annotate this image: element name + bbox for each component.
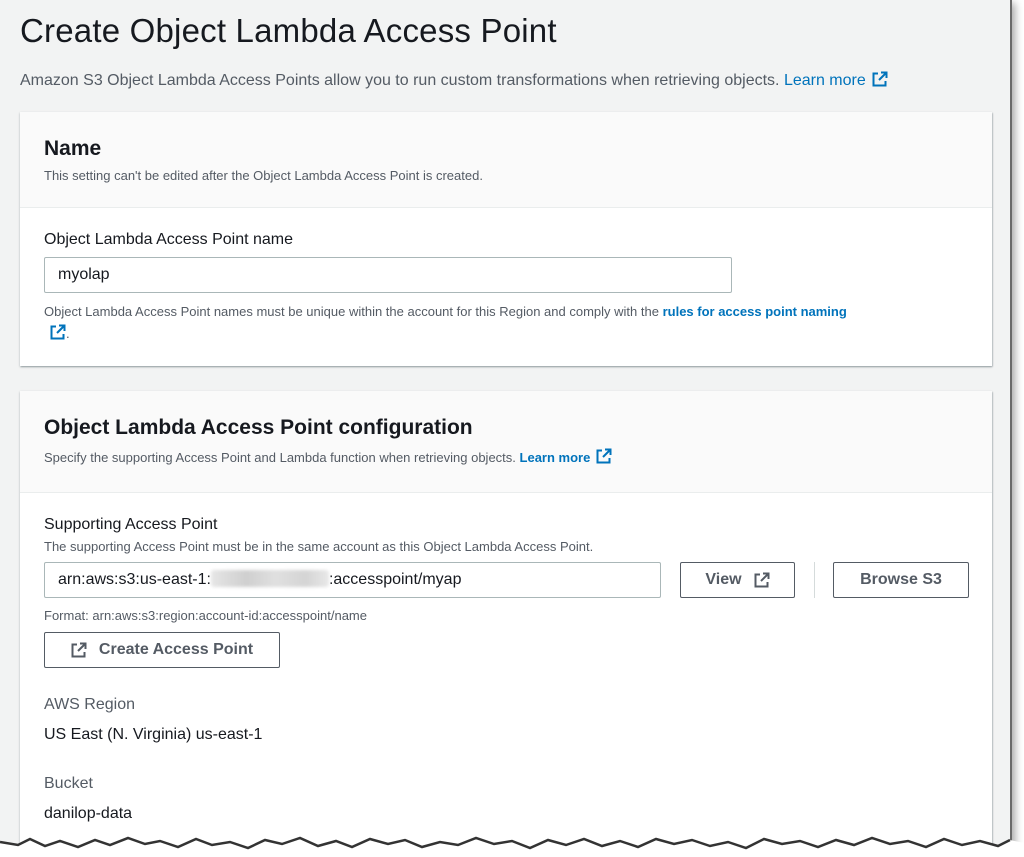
view-button[interactable]: View [680, 562, 795, 598]
external-link-icon [872, 71, 888, 87]
aws-region-value: US East (N. Virginia) us-east-1 [44, 726, 263, 743]
config-panel-title: Object Lambda Access Point configuration [44, 416, 473, 439]
naming-rules-link[interactable]: rules for access point naming [663, 304, 847, 319]
browse-s3-button[interactable]: Browse S3 [833, 562, 969, 598]
redacted-account-id [210, 570, 329, 587]
page-title: Create Object Lambda Access Point [20, 12, 557, 49]
aws-region-label: AWS Region [44, 696, 135, 713]
name-panel-header: Name This setting can't be edited after … [20, 112, 992, 208]
supporting-ap-label: Supporting Access Point [44, 516, 218, 533]
config-panel-subtitle: Specify the supporting Access Point and … [44, 448, 612, 465]
name-panel-subtitle: This setting can't be edited after the O… [44, 168, 483, 183]
page-description: Amazon S3 Object Lambda Access Points al… [20, 71, 888, 90]
create-access-point-button[interactable]: Create Access Point [44, 632, 280, 668]
external-link-icon [50, 324, 66, 340]
arn-format-hint: Format: arn:aws:s3:region:account-id:acc… [44, 608, 367, 623]
name-panel: Name This setting can't be edited after … [20, 112, 992, 366]
olap-name-input[interactable]: myolap [44, 257, 732, 293]
torn-edge-decoration [0, 836, 1024, 857]
external-link-icon [754, 572, 770, 588]
supporting-ap-description: The supporting Access Point must be in t… [44, 539, 594, 554]
button-divider [814, 562, 815, 598]
config-panel-header: Object Lambda Access Point configuration… [20, 391, 992, 493]
bucket-label: Bucket [44, 775, 93, 792]
learn-more-link[interactable]: Learn more [784, 71, 888, 89]
page-description-text: Amazon S3 Object Lambda Access Points al… [20, 72, 780, 89]
name-field-hint: Object Lambda Access Point names must be… [44, 304, 847, 341]
config-learn-more-link[interactable]: Learn more [520, 448, 613, 465]
supporting-ap-arn-input[interactable]: arn:aws:s3:us-east-1::accesspoint/myap [44, 562, 661, 598]
console-window: Create Object Lambda Access Point Amazon… [0, 0, 1012, 850]
external-link-icon [596, 448, 612, 464]
name-panel-title: Name [44, 137, 102, 160]
name-field-label: Object Lambda Access Point name [44, 231, 294, 248]
external-link-icon [71, 642, 87, 658]
